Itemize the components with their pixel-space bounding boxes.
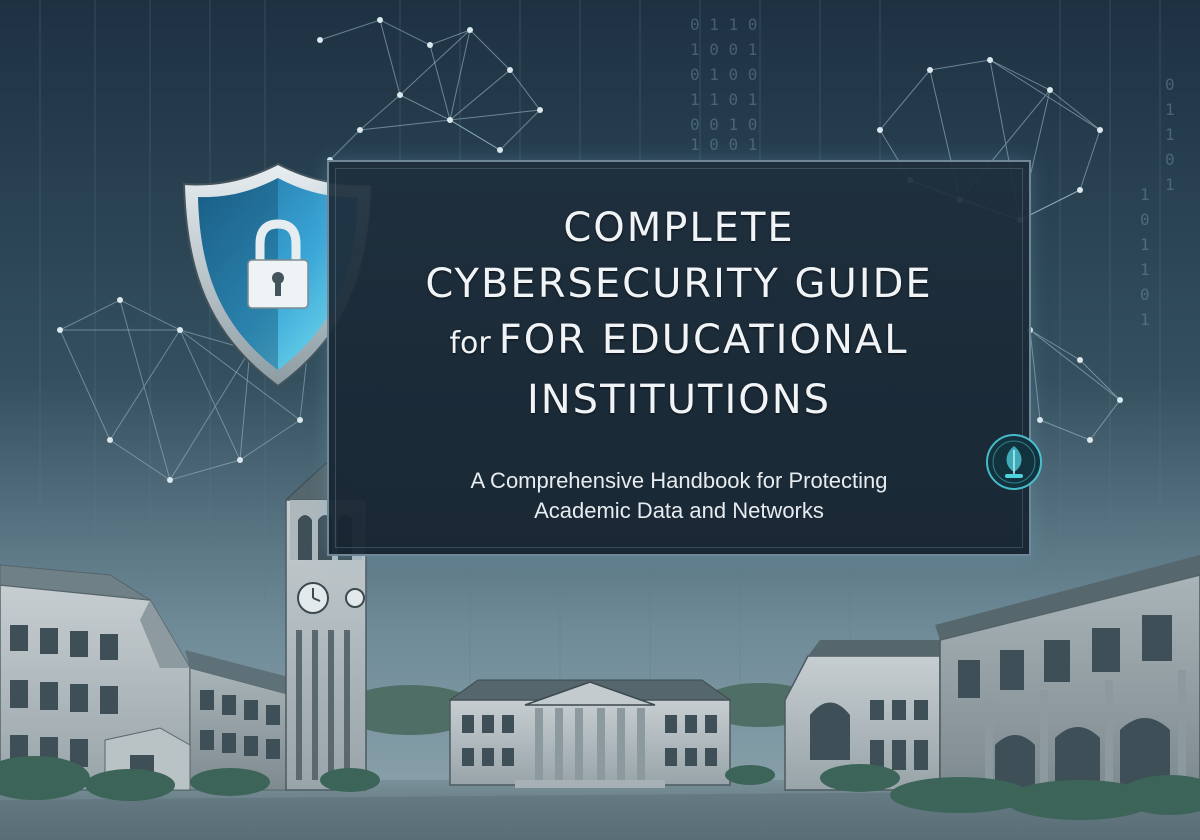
svg-text:1 0 0 1: 1 0 0 1 [690,135,757,154]
leaf-badge-icon [984,432,1044,492]
subtitle-line-2: Academic Data and Networks [534,498,824,523]
title-line-4: INSTITUTIONS [526,377,832,423]
title-line-3-text: FOR EDUCATIONAL [498,317,909,363]
svg-text:1: 1 [1140,185,1150,204]
svg-text:1: 1 [1165,175,1175,194]
svg-text:0: 0 [1165,75,1175,94]
svg-text:0 1 0 0: 0 1 0 0 [690,65,757,84]
cover-scene: 0 1 1 01 0 0 1 0 1 0 01 1 0 1 0 0 1 01 0… [0,0,1200,840]
central-hall [448,679,732,788]
svg-text:1: 1 [1165,100,1175,119]
subtitle: A Comprehensive Handbook for Protecting … [329,466,1029,526]
title-line-1: COMPLETE [563,205,795,251]
svg-text:0 0 1 0: 0 0 1 0 [690,115,757,134]
title-line-2: CYBERSECURITY GUIDE [425,261,933,307]
svg-text:0: 0 [1165,150,1175,169]
title-panel: COMPLETE CYBERSECURITY GUIDE for FOR EDUC… [327,160,1031,556]
svg-text:0 1 1 0: 0 1 1 0 [690,15,757,34]
svg-text:1: 1 [1140,235,1150,254]
title-for-prefix: for [449,326,491,361]
svg-text:0: 0 [1140,285,1150,304]
subtitle-line-1: A Comprehensive Handbook for Protecting [470,468,888,493]
title-line-3: for FOR EDUCATIONAL [329,312,1029,372]
svg-text:1: 1 [1165,125,1175,144]
svg-text:0: 0 [1140,210,1150,229]
svg-text:1 0 0 1: 1 0 0 1 [690,40,757,59]
svg-text:1: 1 [1140,260,1150,279]
svg-text:1 1 0 1: 1 1 0 1 [690,90,757,109]
svg-text:1: 1 [1140,310,1150,329]
title: COMPLETE CYBERSECURITY GUIDE for FOR EDUC… [329,200,1029,428]
